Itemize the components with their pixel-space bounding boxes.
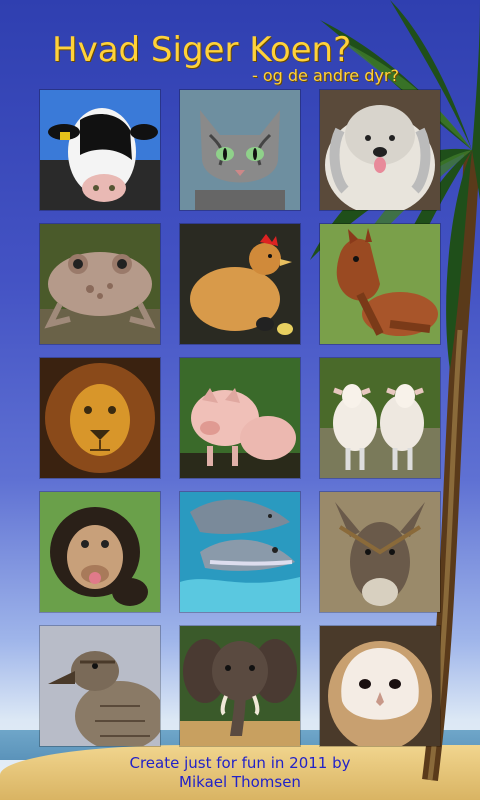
horse-icon: [320, 224, 440, 344]
animal-tile-pig[interactable]: [180, 358, 300, 478]
credits: Create just for fun in 2011 by Mikael Th…: [0, 754, 480, 792]
animal-tile-dolphin[interactable]: [180, 492, 300, 612]
app-subtitle: - og de andre dyr?: [252, 66, 399, 85]
hen-icon: [180, 224, 300, 344]
cow-icon: [40, 90, 160, 210]
animal-tile-horse[interactable]: [320, 224, 440, 344]
elephant-icon: [180, 626, 300, 746]
dog-icon: [320, 90, 440, 210]
credits-author: Mikael Thomsen: [179, 773, 301, 791]
animal-tile-elephant[interactable]: [180, 626, 300, 746]
dolphin-icon: [180, 492, 300, 612]
donkey-icon: [320, 492, 440, 612]
animal-tile-cow[interactable]: [40, 90, 160, 210]
animal-tile-owl[interactable]: [320, 626, 440, 746]
animal-tile-sheep[interactable]: [320, 358, 440, 478]
animal-tile-chimpanzee[interactable]: [40, 492, 160, 612]
animal-tile-lion[interactable]: [40, 358, 160, 478]
frog-icon: [40, 224, 160, 344]
duck-icon: [40, 626, 160, 746]
owl-icon: [320, 626, 440, 746]
animal-tile-frog[interactable]: [40, 224, 160, 344]
cat-icon: [180, 90, 300, 210]
chimpanzee-icon: [40, 492, 160, 612]
lion-icon: [40, 358, 160, 478]
pig-icon: [180, 358, 300, 478]
sheep-icon: [320, 358, 440, 478]
animal-tile-donkey[interactable]: [320, 492, 440, 612]
animal-tile-dog[interactable]: [320, 90, 440, 210]
animal-tile-cat[interactable]: [180, 90, 300, 210]
credits-line-1: Create just for fun in 2011 by: [129, 754, 351, 772]
animal-tile-hen[interactable]: [180, 224, 300, 344]
animal-tile-duck[interactable]: [40, 626, 160, 746]
app-title: Hvad Siger Koen?: [52, 30, 352, 70]
